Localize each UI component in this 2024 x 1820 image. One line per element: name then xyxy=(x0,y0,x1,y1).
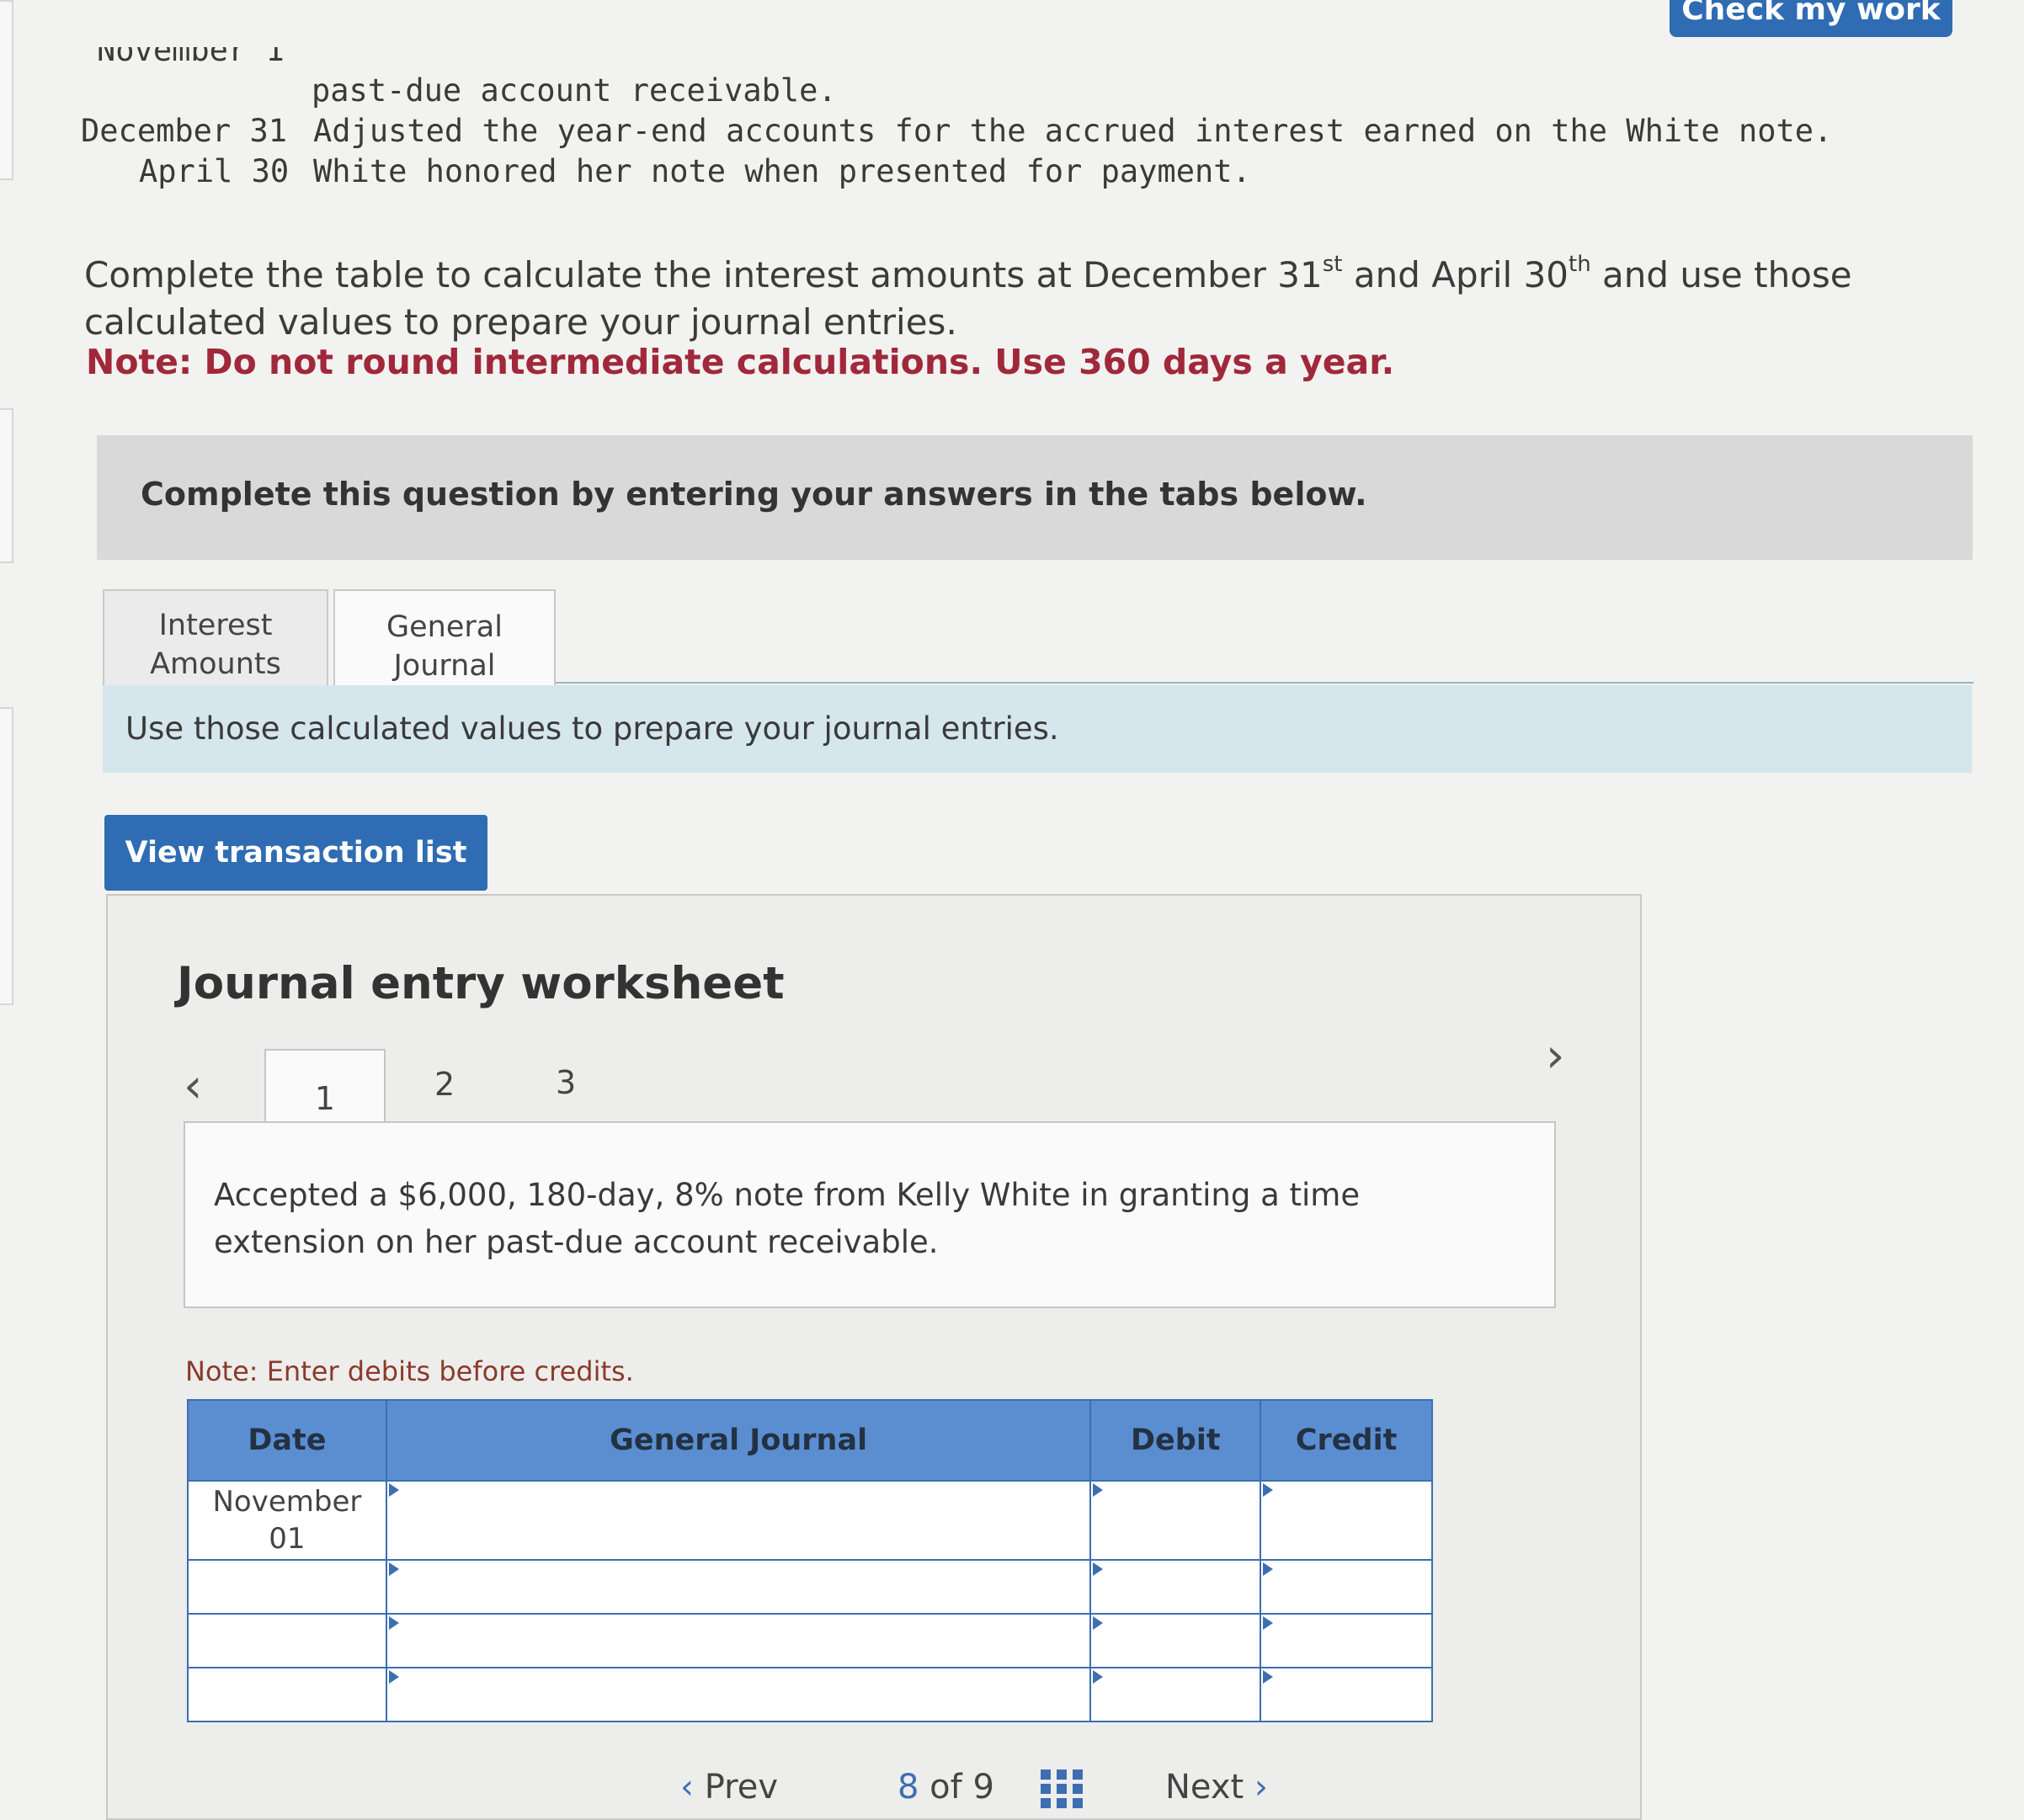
table-row xyxy=(187,1667,1433,1722)
transaction-date: November 1 xyxy=(97,32,285,68)
transaction-row: November 1 Accepted a $6,000, 180-day, 8… xyxy=(97,32,285,68)
left-panel-edge xyxy=(0,408,13,563)
tab-interest-amounts[interactable]: Interest Amounts xyxy=(103,589,328,700)
left-panel-edge xyxy=(0,0,13,180)
column-debit: Debit xyxy=(1089,1399,1262,1482)
instructions: Complete the table to calculate the inte… xyxy=(84,252,1852,343)
entry-description-box: Accepted a $6,000, 180-day, 8% note from… xyxy=(184,1121,1556,1308)
tab-divider xyxy=(556,682,1973,684)
credit-input[interactable] xyxy=(1260,1559,1433,1615)
dropdown-marker-icon xyxy=(1263,1562,1274,1576)
debit-input[interactable] xyxy=(1089,1559,1262,1615)
dropdown-marker-icon xyxy=(1093,1616,1104,1630)
chevron-left-icon: ‹ xyxy=(680,1768,705,1807)
dropdown-marker-icon xyxy=(388,1483,399,1497)
debits-credits-note: Note: Enter debits before credits. xyxy=(185,1355,634,1387)
account-select[interactable] xyxy=(385,1613,1092,1668)
transaction-text: Accepted a $6,000, 180-day, 8% note from… xyxy=(312,32,1963,68)
credit-input[interactable] xyxy=(1260,1613,1433,1668)
chevron-left-icon[interactable]: ‹ xyxy=(184,1059,202,1114)
dropdown-marker-icon xyxy=(1263,1616,1274,1630)
chevron-right-icon[interactable]: › xyxy=(1546,1029,1564,1083)
journal-table: Date General Journal Debit Credit Novemb… xyxy=(187,1399,1433,1722)
question-banner: Complete this question by entering your … xyxy=(97,435,1973,560)
dropdown-marker-icon xyxy=(1263,1483,1274,1497)
journal-header-row: Date General Journal Debit Credit xyxy=(187,1399,1433,1482)
dropdown-marker-icon xyxy=(388,1616,399,1630)
account-select[interactable] xyxy=(385,1480,1092,1561)
dropdown-marker-icon xyxy=(1093,1562,1104,1576)
transaction-date: April 30 xyxy=(139,153,290,189)
worksheet-title: Journal entry worksheet xyxy=(177,958,785,1009)
dropdown-marker-icon xyxy=(1263,1670,1274,1684)
column-general-journal: General Journal xyxy=(385,1399,1092,1482)
grid-icon[interactable] xyxy=(1041,1769,1083,1808)
date-cell xyxy=(187,1613,387,1668)
dropdown-marker-icon xyxy=(1093,1483,1104,1497)
tab-instruction-band: Use those calculated values to prepare y… xyxy=(103,685,1972,773)
table-row: November 01 xyxy=(187,1480,1433,1561)
check-my-work-button[interactable]: Check my work xyxy=(1670,0,1952,37)
next-button[interactable]: Next › xyxy=(1165,1768,1268,1807)
account-select[interactable] xyxy=(385,1559,1092,1615)
chevron-right-icon: › xyxy=(1244,1768,1268,1807)
prev-button[interactable]: ‹ Prev xyxy=(680,1768,778,1807)
debit-input[interactable] xyxy=(1089,1667,1262,1722)
transaction-text: past-due account receivable. xyxy=(312,72,837,109)
entry-tab-2[interactable]: 2 xyxy=(434,1066,455,1103)
left-panel-edge xyxy=(0,707,13,1005)
page-indicator: 8 of 9 xyxy=(897,1768,994,1807)
debit-input[interactable] xyxy=(1089,1480,1262,1561)
rounding-note: Note: Do not round intermediate calculat… xyxy=(86,342,1395,382)
entry-description: Accepted a $6,000, 180-day, 8% note from… xyxy=(214,1177,1361,1260)
date-cell: November 01 xyxy=(187,1480,387,1561)
transaction-text: White honored her note when presented fo… xyxy=(313,153,1251,189)
entry-tab-3[interactable]: 3 xyxy=(556,1064,576,1101)
account-select[interactable] xyxy=(385,1667,1092,1722)
dropdown-marker-icon xyxy=(1093,1670,1104,1684)
table-row xyxy=(187,1613,1433,1668)
credit-input[interactable] xyxy=(1260,1480,1433,1561)
table-row xyxy=(187,1559,1433,1615)
credit-input[interactable] xyxy=(1260,1667,1433,1722)
date-cell xyxy=(187,1667,387,1722)
transaction-text: Adjusted the year-end accounts for the a… xyxy=(313,113,1833,149)
column-credit: Credit xyxy=(1260,1399,1433,1482)
transaction-date: December 31 xyxy=(81,113,288,149)
dropdown-marker-icon xyxy=(388,1562,399,1576)
dropdown-marker-icon xyxy=(388,1670,399,1684)
view-transaction-list-button[interactable]: View transaction list xyxy=(104,815,487,891)
debit-input[interactable] xyxy=(1089,1613,1262,1668)
column-date: Date xyxy=(187,1399,387,1482)
date-cell xyxy=(187,1559,387,1615)
